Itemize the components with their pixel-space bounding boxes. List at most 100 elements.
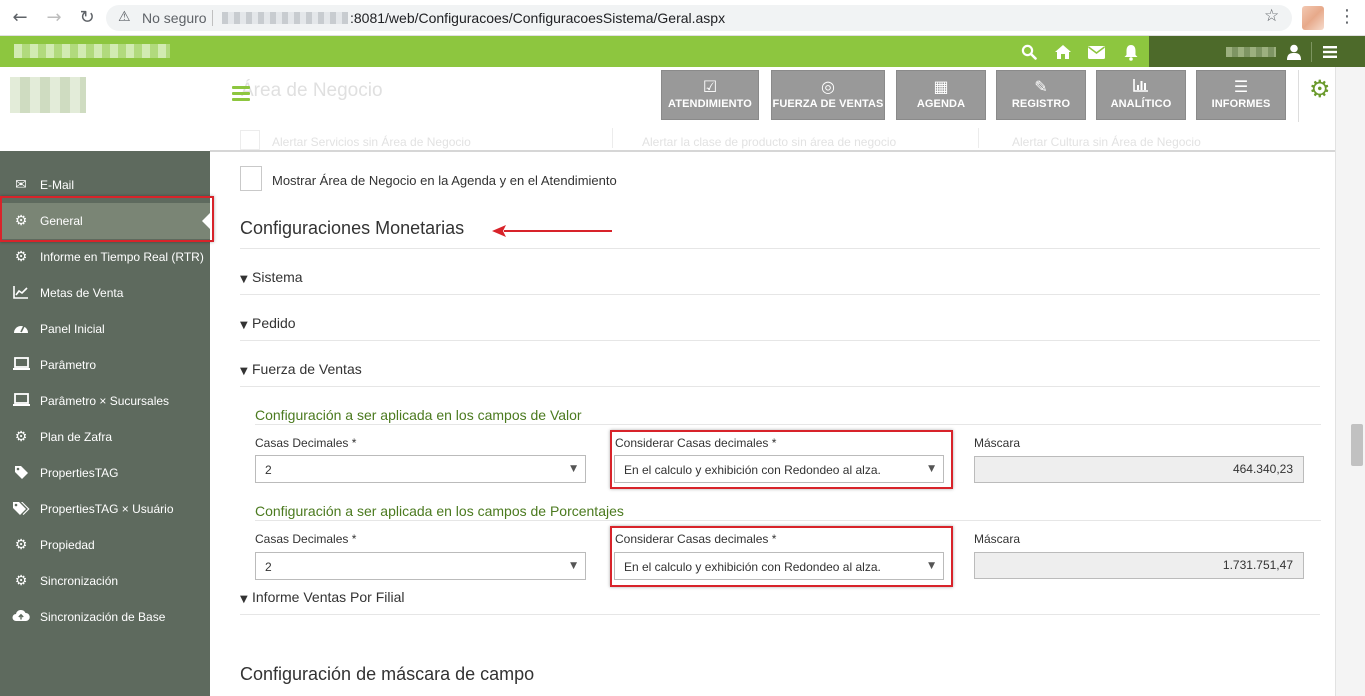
- module-label: FUERZA DE VENTAS: [772, 98, 884, 110]
- bell-icon[interactable]: [1121, 42, 1141, 62]
- ghost-divider: [978, 128, 979, 148]
- ghost-label: Alertar Cultura sin Área de Negocio: [1012, 135, 1201, 149]
- show-area-checkbox[interactable]: [240, 166, 262, 191]
- module-label: ATENDIMIENTO: [668, 98, 752, 110]
- module-registro-button[interactable]: ✎ REGISTRO: [996, 70, 1086, 120]
- accordion-fuerza-de-ventas[interactable]: ▼ Fuerza de Ventas: [240, 361, 362, 377]
- scrollbar-thumb[interactable]: [1351, 424, 1363, 466]
- username-redacted: [1226, 47, 1276, 57]
- mail-icon[interactable]: [1086, 42, 1106, 62]
- show-area-label: Mostrar Área de Negocio en la Agenda y e…: [272, 173, 617, 188]
- sidebar-item-parametro[interactable]: Parâmetro: [0, 347, 210, 383]
- chevron-down-icon: ▼: [570, 561, 577, 571]
- sidebar-item-label: Sincronización de Base: [40, 610, 166, 624]
- porcentajes-mascara-preview: 1.731.751,47: [974, 552, 1304, 579]
- address-bar[interactable]: ⚠ No seguro :8081/web/Configuracoes/Conf…: [106, 5, 1292, 31]
- module-informes-button[interactable]: ☰ INFORMES: [1196, 70, 1286, 120]
- ghost-checkbox: [620, 130, 621, 150]
- module-label: ANALÍTICO: [1110, 98, 1172, 110]
- chevron-down-icon: ▼: [240, 320, 248, 331]
- sidebar-item-sincronizacion[interactable]: ⚙ Sincronización: [0, 563, 210, 599]
- cloud-upload-icon: [12, 609, 30, 625]
- sidebar-item-metas-de-venta[interactable]: Metas de Venta: [0, 275, 210, 311]
- module-label: INFORMES: [1211, 98, 1271, 110]
- divider: [240, 294, 1320, 295]
- accordion-informe-ventas-por-filial[interactable]: ▼ Informe Ventas Por Filial: [240, 589, 405, 605]
- bar-chart-icon: [1097, 78, 1185, 96]
- scrollbar-divider: [1335, 67, 1336, 696]
- gears-icon: ⚙: [14, 573, 28, 589]
- gears-icon: ⚙: [14, 213, 28, 229]
- sidebar-item-panel-inicial[interactable]: Panel Inicial: [0, 311, 210, 347]
- sidebar-item-label: Plan de Zafra: [40, 430, 113, 444]
- sidebar-item-label: Informe en Tiempo Real (RTR): [40, 250, 204, 264]
- module-label: REGISTRO: [1011, 98, 1071, 110]
- module-label: AGENDA: [916, 98, 966, 110]
- user-icon[interactable]: [1284, 42, 1304, 62]
- module-analitico-button[interactable]: ANALÍTICO: [1096, 70, 1186, 120]
- accordion-label: Sistema: [252, 269, 303, 285]
- module-agenda-button[interactable]: ▦ AGENDA: [896, 70, 986, 120]
- url-host-redacted: [222, 12, 348, 24]
- accordion-label: Fuerza de Ventas: [252, 361, 362, 377]
- line-chart-icon: [12, 285, 30, 301]
- chevron-down-icon: ▼: [240, 274, 248, 285]
- module-atendimiento-button[interactable]: ☑ ATENDIMIENTO: [661, 70, 759, 120]
- search-icon[interactable]: [1019, 42, 1039, 62]
- porcentajes-considerar-select[interactable]: En el calculo y exhibición con Redondeo …: [614, 552, 944, 580]
- chevron-down-icon: ▼: [570, 464, 577, 474]
- sidebar-item-sincronizacion-de-base[interactable]: Sincronización de Base: [0, 599, 210, 635]
- sidebar-item-label: General: [40, 214, 83, 228]
- considerar-label: Considerar Casas decimales *: [615, 436, 777, 450]
- sidebar-item-parametro-sucursales[interactable]: Parâmetro × Sucursales: [0, 383, 210, 419]
- divider: [240, 248, 1320, 249]
- porcentajes-casas-decimales-select[interactable]: 2 ▼: [255, 552, 586, 580]
- checklist-icon: ☑: [702, 77, 718, 96]
- app-logo-redacted: [14, 44, 170, 58]
- browser-toolbar: ← → ↻ ⚠ No seguro :8081/web/Configuracoe…: [0, 0, 1365, 36]
- bookmark-star-icon[interactable]: ☆: [1264, 6, 1279, 26]
- valor-casas-decimales-select[interactable]: 2 ▼: [255, 455, 586, 483]
- dashboard-icon: [12, 321, 30, 337]
- mascara-label: Máscara: [974, 436, 1021, 450]
- laptop-icon: [12, 357, 30, 373]
- sidebar-item-informe-rtr[interactable]: ⚙ Informe en Tiempo Real (RTR): [0, 239, 210, 275]
- sidebar-item-propertiestag[interactable]: PropertiesTAG: [0, 455, 210, 491]
- considerar-label: Considerar Casas decimales *: [615, 532, 777, 546]
- warning-icon: ⚠: [118, 9, 131, 25]
- chevron-down-icon: ▼: [928, 561, 935, 571]
- accordion-label: Pedido: [252, 315, 296, 331]
- hamburger-icon[interactable]: [232, 86, 250, 102]
- company-logo-redacted: [10, 77, 86, 113]
- profile-avatar[interactable]: [1302, 6, 1324, 30]
- sidebar-item-label: Parâmetro × Sucursales: [40, 394, 170, 408]
- reload-icon[interactable]: ↻: [77, 8, 97, 28]
- home-icon[interactable]: [1053, 42, 1073, 62]
- settings-gear-icon[interactable]: ⚙: [1309, 75, 1331, 103]
- ghost-section-title: Área de Negocio: [241, 80, 383, 101]
- browser-menu-icon[interactable]: ⋮: [1338, 6, 1356, 27]
- chevron-down-icon: ▼: [928, 464, 935, 474]
- sidebar-item-general[interactable]: ⚙ General: [0, 203, 210, 239]
- back-icon[interactable]: ←: [10, 8, 30, 28]
- casas-decimales-label: Casas Decimales *: [255, 532, 357, 546]
- tag-icon: [12, 465, 30, 481]
- forward-icon[interactable]: →: [44, 8, 64, 28]
- sidebar-item-propiedad[interactable]: ⚙ Propiedad: [0, 527, 210, 563]
- menu-icon[interactable]: [1320, 42, 1340, 62]
- divider: [255, 424, 1321, 425]
- toolbar-divider: [1298, 70, 1299, 122]
- sidebar-item-plan-de-zafra[interactable]: ⚙ Plan de Zafra: [0, 419, 210, 455]
- sidebar: ⚙ Cosecha ✉ E-Mail ⚙ General ⚙ Informe e…: [0, 67, 210, 696]
- divider: [240, 614, 1320, 615]
- module-fuerza-de-ventas-button[interactable]: ◎ FUERZA DE VENTAS: [771, 70, 885, 120]
- sidebar-item-propertiestag-usuario[interactable]: PropertiesTAG × Usuário: [0, 491, 210, 527]
- accordion-pedido[interactable]: ▼ Pedido: [240, 315, 296, 331]
- sidebar-item-label: E-Mail: [40, 178, 75, 192]
- valor-considerar-select[interactable]: En el calculo y exhibición con Redondeo …: [614, 455, 944, 483]
- url-text[interactable]: :8081/web/Configuracoes/ConfiguracoesSis…: [350, 10, 725, 26]
- scrollbar-track[interactable]: [1335, 67, 1365, 696]
- sidebar-item-cosecha[interactable]: ⚙ Cosecha: [0, 136, 210, 152]
- accordion-sistema[interactable]: ▼ Sistema: [240, 269, 303, 285]
- sidebar-item-email[interactable]: ✉ E-Mail: [0, 167, 210, 203]
